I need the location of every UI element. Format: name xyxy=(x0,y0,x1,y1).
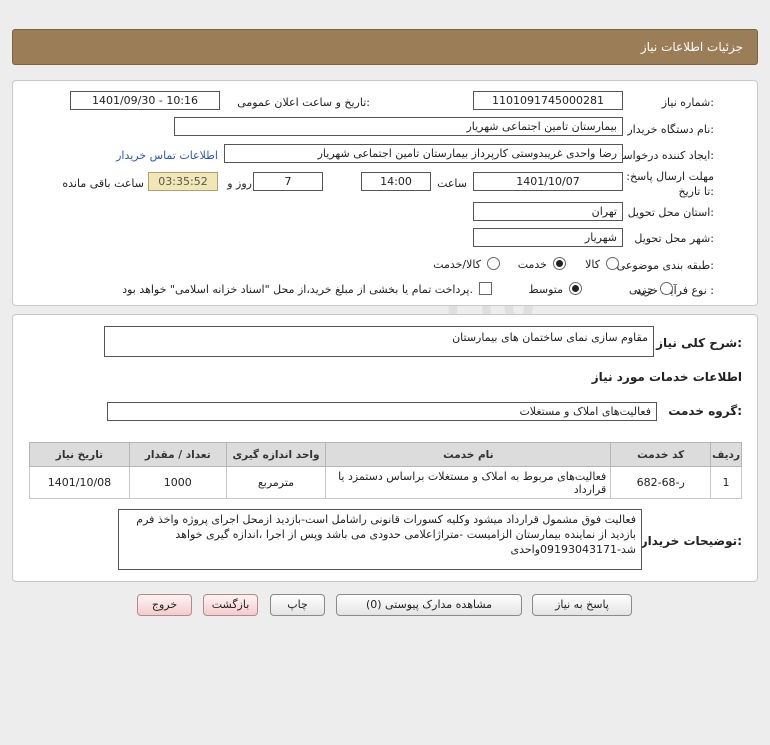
th-quantity: تعداد / مقدار xyxy=(128,442,227,467)
cell-quantity: 1000 xyxy=(128,466,227,499)
exit-button[interactable]: خروج xyxy=(137,594,192,616)
remaining-label: ساعت باقی مانده xyxy=(62,177,144,190)
description-label: شرح کلی نیاز: xyxy=(656,336,742,350)
description-field: مقاوم سازی نمای ساختمان های بیمارستان xyxy=(104,326,654,357)
cell-unit: مترمربع xyxy=(225,466,327,499)
days-label: روز و xyxy=(227,177,252,190)
city-field: شهریار xyxy=(473,228,623,247)
buyer-notes-label: توضیحات خریدار: xyxy=(640,534,742,548)
category-radio-goods-service[interactable] xyxy=(487,257,500,270)
province-label: استان محل تحویل: xyxy=(627,206,714,219)
reply-button[interactable]: پاسخ به نیاز xyxy=(532,594,632,616)
services-table: ردیف کد خدمت نام خدمت واحد اندازه گیری ت… xyxy=(29,442,742,499)
back-button[interactable]: بازگشت xyxy=(203,594,258,616)
category-option-goods-service: کالا/خدمت xyxy=(433,258,481,271)
category-label: طبقه بندی موضوعی: xyxy=(616,259,714,272)
table-row: 1 ر-68-682 فعالیت‌های مربوط به املاک و م… xyxy=(29,466,742,499)
process-radio-minor[interactable] xyxy=(660,282,673,295)
announce-label: تاریخ و ساعت اعلان عمومی: xyxy=(237,96,370,109)
category-option-goods: کالا xyxy=(585,258,600,271)
city-label: شهر محل تحویل: xyxy=(634,232,714,245)
province-field: تهران xyxy=(473,202,623,221)
page-title: جزئیات اطلاعات نیاز xyxy=(640,40,743,54)
services-heading: اطلاعات خدمات مورد نیاز xyxy=(591,370,742,384)
deadline-label: مهلت ارسال پاسخ: تا تاریخ: xyxy=(626,170,714,198)
th-row: ردیف xyxy=(710,442,742,467)
cell-row: 1 xyxy=(710,466,742,499)
cell-date: 1401/10/08 xyxy=(29,466,130,499)
buyer-contact-link[interactable]: اطلاعات تماس خریدار xyxy=(116,149,218,162)
th-name: نام خدمت xyxy=(325,442,612,467)
announce-field: 1401/09/30 - 10:16 xyxy=(70,91,220,110)
remaining-time-field: 03:35:52 xyxy=(148,172,218,191)
cell-code: ر-68-682 xyxy=(610,466,712,499)
buyer-notes-field: فعالیت فوق مشمول قرارداد میشود وکلیه کسو… xyxy=(118,509,642,570)
process-option-medium: متوسط xyxy=(528,283,563,296)
th-unit: واحد اندازه گیری xyxy=(225,442,327,467)
service-group-field: فعالیت‌های املاک و مستغلات xyxy=(107,402,657,421)
th-date: تاریخ نیاز xyxy=(29,442,130,467)
deadline-date-field: 1401/10/07 xyxy=(473,172,623,191)
category-option-service: خدمت xyxy=(517,258,547,271)
payment-note: پرداخت تمام یا بخشی از مبلغ خرید،از محل … xyxy=(122,283,473,296)
process-option-minor: جزیی xyxy=(628,283,654,296)
view-attachments-button[interactable]: مشاهده مدارک پیوستی (0) xyxy=(336,594,522,616)
creator-field: رضا واحدی غریبدوستی کارپرداز بیمارستان ت… xyxy=(224,144,623,163)
th-code: کد خدمت xyxy=(610,442,712,467)
need-number-label: شماره نیاز: xyxy=(661,96,714,109)
need-number-field: 1101091745000281 xyxy=(473,91,623,110)
print-button[interactable]: چاپ xyxy=(270,594,325,616)
treasury-checkbox[interactable] xyxy=(479,282,492,295)
days-field: 7 xyxy=(253,172,323,191)
page-header: جزئیات اطلاعات نیاز xyxy=(12,29,758,65)
table-header-row: ردیف کد خدمت نام خدمت واحد اندازه گیری ت… xyxy=(29,442,742,467)
buyer-label: نام دستگاه خریدار: xyxy=(627,123,714,136)
service-group-label: گروه خدمت: xyxy=(668,404,742,418)
deadline-time-field: 14:00 xyxy=(361,172,431,191)
creator-label: ایجاد کننده درخواست: xyxy=(612,149,714,162)
process-radio-medium[interactable] xyxy=(569,282,582,295)
category-radio-service[interactable] xyxy=(553,257,566,270)
cell-name: فعالیت‌های مربوط به املاک و مستغلات براس… xyxy=(325,466,612,499)
category-radio-goods[interactable] xyxy=(606,257,619,270)
deadline-time-label: ساعت xyxy=(437,177,467,190)
buyer-field: بیمارستان تامین اجتماعی شهریار xyxy=(174,117,623,136)
